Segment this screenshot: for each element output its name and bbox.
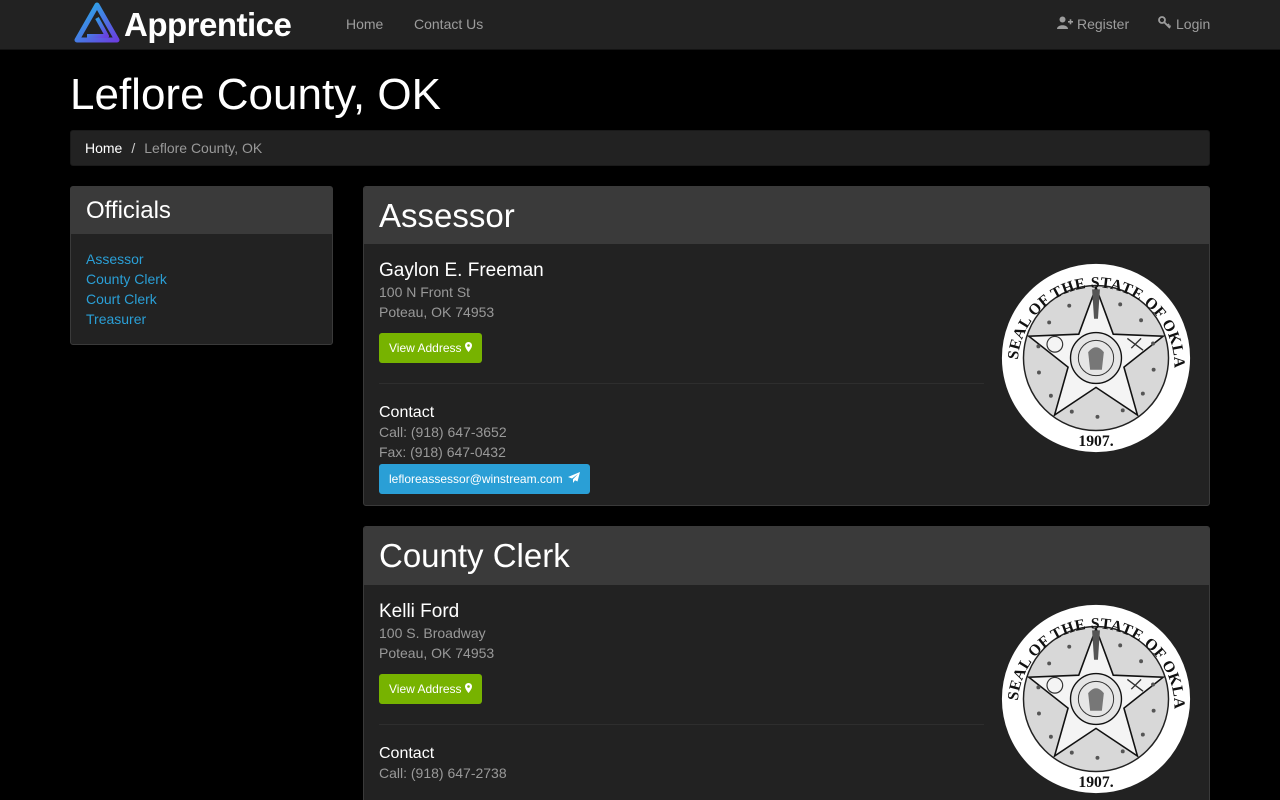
breadcrumb-home[interactable]: Home xyxy=(85,140,122,156)
assessor-panel: Assessor Gaylon E. Freeman 100 N Front S… xyxy=(363,186,1210,506)
email-label: lefloreassessor@winstream.com xyxy=(389,472,563,486)
map-marker-icon xyxy=(462,682,472,696)
panel-body: Kelli Ford 100 S. Broadway Poteau, OK 74… xyxy=(364,585,1209,796)
panel-body: Gaylon E. Freeman 100 N Front St Poteau,… xyxy=(364,244,1209,494)
paper-plane-icon xyxy=(563,472,580,486)
sidebar-item-court-clerk[interactable]: Court Clerk xyxy=(86,289,317,309)
oklahoma-seal-icon: GREAT SEAL OF THE STATE OF OKLAHOMA1907. xyxy=(990,247,1194,456)
officials-list: Assessor County Clerk Court Clerk Treasu… xyxy=(71,234,332,329)
oklahoma-seal-icon: GREAT SEAL OF THE STATE OF OKLAHOMA1907. xyxy=(990,588,1194,797)
view-address-button[interactable]: View Address xyxy=(379,674,482,704)
officials-heading: Officials xyxy=(71,187,332,234)
county-clerk-panel: County Clerk Kelli Ford 100 S. Broadway … xyxy=(363,526,1210,800)
breadcrumb-current: Leflore County, OK xyxy=(144,140,263,156)
sidebar-item-assessor[interactable]: Assessor xyxy=(86,249,317,269)
login-label: Login xyxy=(1176,16,1211,32)
key-icon xyxy=(1158,16,1176,32)
email-button[interactable]: lefloreassessor@winstream.com xyxy=(379,464,590,494)
divider xyxy=(379,383,984,384)
apprentice-logo-icon xyxy=(74,2,120,49)
nav-home-link[interactable]: Home xyxy=(346,16,383,32)
divider xyxy=(379,724,984,725)
register-link[interactable]: Register xyxy=(1057,16,1129,32)
panel-title: Assessor xyxy=(364,187,1209,244)
view-address-button[interactable]: View Address xyxy=(379,333,482,363)
brand-link[interactable]: Apprentice xyxy=(74,2,292,49)
breadcrumb: Home / Leflore County, OK xyxy=(70,130,1210,166)
nav-contact-link[interactable]: Contact Us xyxy=(414,16,483,32)
svg-text:1907.: 1907. xyxy=(1078,774,1113,791)
panel-title: County Clerk xyxy=(364,527,1209,585)
brand-name: Apprentice xyxy=(124,6,292,43)
sidebar-item-treasurer[interactable]: Treasurer xyxy=(86,309,317,329)
page-title: Leflore County, OK xyxy=(70,70,441,119)
sidebar-item-county-clerk[interactable]: County Clerk xyxy=(86,269,317,289)
register-label: Register xyxy=(1077,16,1130,32)
view-address-label: View Address xyxy=(389,341,462,355)
navbar: Apprentice Home Contact Us Register Logi… xyxy=(0,0,1280,50)
breadcrumb-separator: / xyxy=(131,140,136,156)
user-plus-icon xyxy=(1057,16,1077,32)
view-address-label: View Address xyxy=(389,682,462,696)
login-link[interactable]: Login xyxy=(1158,16,1210,32)
map-marker-icon xyxy=(462,341,472,355)
svg-text:1907.: 1907. xyxy=(1078,433,1113,450)
officials-sidebar: Officials Assessor County Clerk Court Cl… xyxy=(70,186,333,345)
